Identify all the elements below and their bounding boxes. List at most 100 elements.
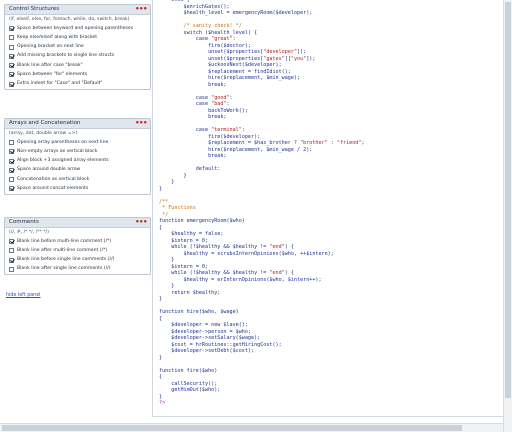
option-label: Non-empty arrays as vertical block [17, 148, 98, 154]
option-row[interactable]: Blank line after multi-line comment (/*) [5, 246, 150, 255]
option-checkbox[interactable] [9, 177, 14, 183]
code-token: case [159, 36, 212, 42]
section-menu-icon[interactable]: ••• [135, 5, 147, 13]
option-row[interactable]: Add missing brackets to single line stru… [5, 52, 150, 61]
code-token: switch ($health_level) { [183, 29, 258, 36]
horizontal-scrollbar[interactable] [0, 423, 503, 432]
code-token: $intern = 0; [159, 237, 209, 244]
code-token: $developer->setSalary($wage); [159, 335, 261, 341]
option-row[interactable]: Keep else/elseif along with bracket [5, 33, 150, 42]
option-checkbox[interactable] [9, 63, 14, 69]
code-token: "you" [290, 55, 307, 62]
option-checkbox[interactable] [9, 26, 14, 31]
code-token: $cost = hrRoutines::getHiringCost(); [159, 341, 282, 348]
code-token: $developer = new $lave(); [159, 322, 248, 328]
section-header[interactable]: Arrays and Concatenation ••• [5, 119, 150, 129]
option-label: Add missing brackets to single line stru… [17, 53, 115, 59]
code-token: case [159, 94, 212, 101]
code-token: break; [159, 81, 227, 88]
code-token: : [327, 140, 337, 146]
code-token: * Functions [159, 205, 196, 211]
vertical-scroll-thumb[interactable] [505, 2, 511, 398]
option-checkbox[interactable] [9, 257, 14, 263]
code-token: { [159, 224, 163, 231]
option-checkbox[interactable] [9, 186, 14, 192]
option-checkbox[interactable] [9, 158, 14, 164]
code-token: $enrichGates(); [159, 3, 230, 10]
code-token: } [159, 393, 163, 400]
code-token: ]); [297, 49, 307, 55]
option-checkbox[interactable] [9, 239, 14, 244]
option-label: Space around concat elements [17, 186, 89, 192]
code-token: case [159, 101, 212, 107]
code-token: "developer" [263, 49, 298, 55]
option-checkbox[interactable] [9, 35, 14, 41]
option-checkbox[interactable] [9, 167, 14, 173]
code-token: : [226, 101, 230, 107]
option-checkbox[interactable] [9, 248, 14, 254]
option-checkbox[interactable] [9, 149, 14, 155]
code-token: } [159, 185, 163, 192]
option-label: Opening bracket on next line [17, 44, 84, 50]
option-row[interactable]: Non-empty arrays as vertical block [5, 147, 150, 156]
option-row[interactable]: Blank line after single line comments (/… [5, 265, 150, 274]
code-token: /** [159, 198, 169, 205]
option-row[interactable]: Blank line after case "break" [5, 61, 150, 70]
code-token: hire($replacement, $min_wage / 2); [159, 146, 313, 153]
section-menu-icon[interactable]: ••• [135, 119, 147, 127]
option-checkbox[interactable] [9, 266, 14, 272]
code-token: ; [361, 140, 365, 146]
option-checkbox[interactable] [9, 53, 14, 59]
code-token: : [232, 36, 236, 42]
option-row[interactable]: Align block +3 assigned array elements [5, 157, 150, 166]
code-editor[interactable]: else { $enrichGates(); $health_level = e… [152, 0, 503, 417]
code-token: : [229, 94, 233, 101]
code-token: ) { [284, 244, 294, 250]
option-checkbox[interactable] [9, 140, 14, 145]
code-token: getHimOut($who); [159, 387, 221, 393]
option-label: Space between keyword and opening parent… [17, 25, 134, 31]
code-token: hire($replacement, $min_wage); [159, 75, 301, 81]
hide-left-panel-link[interactable]: hide left panel [6, 293, 41, 298]
option-row[interactable]: Concatenation as vertical block [5, 175, 150, 184]
code-token: $developer->setDebt($cost); [159, 348, 255, 354]
code-token: $healthy = false; [159, 231, 224, 237]
code-token: } [159, 179, 175, 185]
option-row[interactable]: Blank line before single line comments (… [5, 256, 150, 265]
code-text[interactable]: else { $enrichGates(); $health_level = e… [159, 0, 365, 407]
horizontal-scroll-thumb[interactable] [2, 425, 462, 431]
code-token: $replacement = findIdiot(); [159, 68, 291, 75]
option-row[interactable]: Space between "for" elements [5, 70, 150, 79]
code-token: "good" [211, 94, 230, 101]
code-token: unset($properties[ [159, 49, 264, 55]
option-label: Blank line after multi-line comment (/*) [17, 247, 108, 253]
code-token: unset($properties[ [159, 55, 264, 62]
section-header[interactable]: Control Structures ••• [5, 5, 150, 15]
code-token: break; [159, 114, 227, 120]
option-row[interactable]: Extra indent for "Case" and "Default" [5, 80, 150, 89]
section-header[interactable]: Comments ••• [5, 218, 150, 228]
code-token: $healthy = scrubsInternOpinions($who, ++… [159, 250, 334, 257]
code-token: backToWork(); [159, 107, 248, 114]
option-checkbox[interactable] [9, 72, 14, 78]
option-label: Blank line after single line comments (/… [17, 266, 111, 272]
code-token: } [159, 257, 175, 263]
option-checkbox[interactable] [9, 81, 14, 87]
option-row[interactable]: Opening array parentheses on next line [5, 138, 150, 147]
vertical-scrollbar[interactable] [503, 0, 512, 432]
option-row[interactable]: Space around concat elements [5, 184, 150, 193]
code-token: fire($developer); [159, 133, 261, 140]
code-token: "gates" [263, 55, 285, 62]
option-row[interactable]: Opening bracket on next line [5, 43, 150, 52]
option-row[interactable]: Blank line before multi-line comment (/*… [5, 237, 150, 246]
code-token: fire($doctor); [159, 42, 252, 49]
section-menu-icon[interactable]: ••• [135, 218, 147, 226]
option-row[interactable]: Space around double arrow [5, 166, 150, 175]
code-token: "brother" [300, 140, 328, 146]
option-row[interactable]: Space between keyword and opening parent… [5, 24, 150, 33]
code-token: return $healthy; [159, 289, 221, 296]
option-label: Extra indent for "Case" and "Default" [17, 81, 103, 87]
option-checkbox[interactable] [9, 44, 14, 50]
code-token: callSecurity(); [159, 380, 218, 387]
